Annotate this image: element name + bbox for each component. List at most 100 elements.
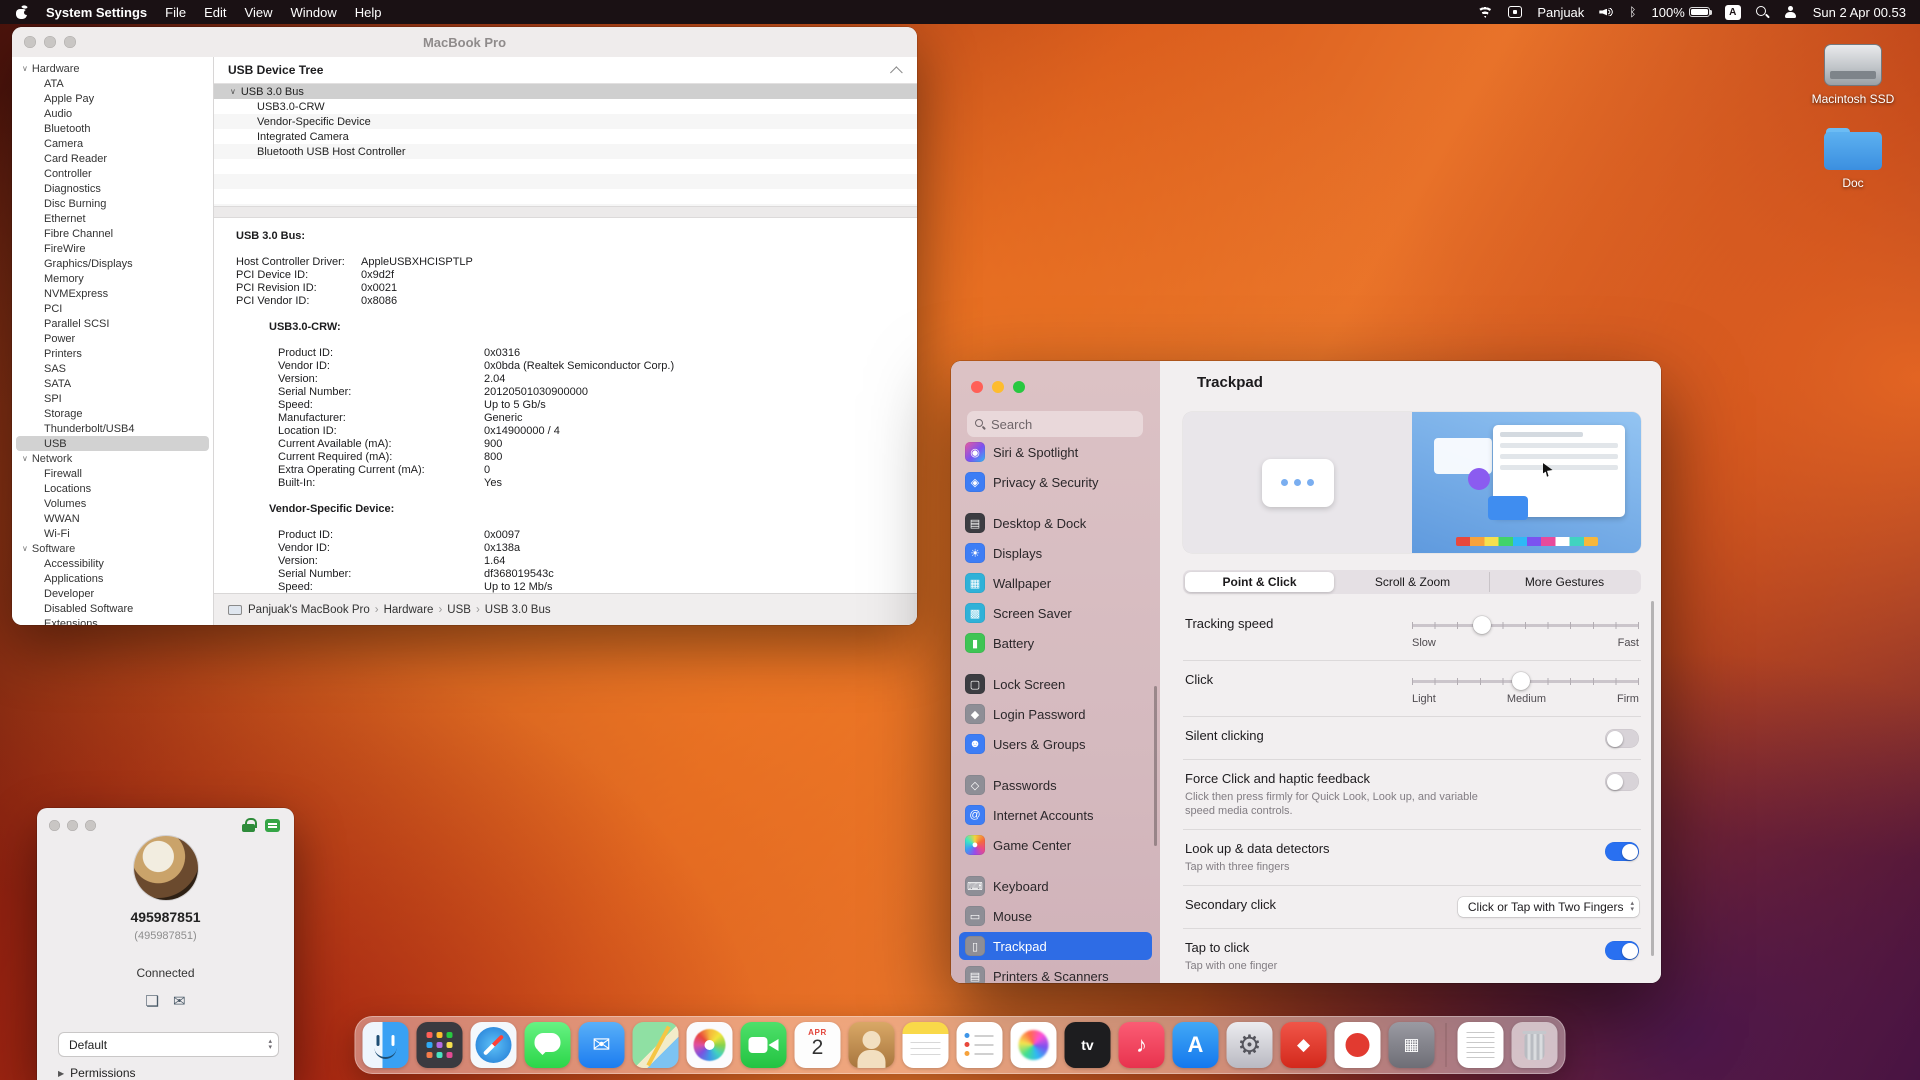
zoom-button[interactable] <box>85 820 96 831</box>
sysinfo-sidebar-spi[interactable]: SPI <box>16 391 209 406</box>
menu-help[interactable]: Help <box>355 5 382 20</box>
dock-maps[interactable] <box>632 1022 679 1068</box>
usb-tree-row-usb-3-0-bus[interactable]: ∨ USB 3.0 Bus <box>214 84 917 99</box>
app-menu-title[interactable]: System Settings <box>46 5 147 20</box>
input-source-badge[interactable]: A <box>1724 4 1741 20</box>
sysinfo-sidebar-card-reader[interactable]: Card Reader <box>16 151 209 166</box>
sidebar-item-keyboard[interactable]: ⌨ Keyboard <box>959 872 1152 900</box>
sidebar-item-battery[interactable]: ▮ Battery <box>959 629 1152 657</box>
dock-photos[interactable] <box>686 1022 733 1068</box>
tap-to-click-toggle[interactable] <box>1605 941 1639 960</box>
sidebar-item-wallpaper[interactable]: ▦ Wallpaper <box>959 569 1152 597</box>
menu-bar-clock[interactable]: Sun 2 Apr 00.53 <box>1813 5 1906 20</box>
profile-select[interactable]: Default ▴ ▾ <box>58 1032 279 1057</box>
sysinfo-sidebar-disabled-software[interactable]: Disabled Software <box>16 601 209 616</box>
sysinfo-sidebar-firewire[interactable]: FireWire <box>16 241 209 256</box>
breadcrumb-item[interactable]: Panjuak's MacBook Pro <box>248 604 370 616</box>
sidebar-item-printers-scanners[interactable]: ▤ Printers & Scanners <box>959 962 1152 983</box>
sysinfo-sidebar-disc-burning[interactable]: Disc Burning <box>16 196 209 211</box>
sysinfo-sidebar-audio[interactable]: Audio <box>16 106 209 121</box>
dock-system-settings[interactable]: ⚙ <box>1226 1022 1273 1068</box>
usb-tree-row-vendor-specific-device[interactable]: Vendor-Specific Device <box>214 114 917 129</box>
sysinfo-sidebar-usb[interactable]: USB <box>16 436 209 451</box>
dock-finder[interactable] <box>362 1022 409 1068</box>
dock-contacts[interactable] <box>848 1022 895 1068</box>
sysinfo-sidebar-printers[interactable]: Printers <box>16 346 209 361</box>
sysinfo-sidebar-fibre-channel[interactable]: Fibre Channel <box>16 226 209 241</box>
sysinfo-sidebar-pci[interactable]: PCI <box>16 301 209 316</box>
sysinfo-sidebar-memory[interactable]: Memory <box>16 271 209 286</box>
dock-app-red-diamond[interactable]: ◆ <box>1280 1022 1327 1068</box>
sysinfo-sidebar-controller[interactable]: Controller <box>16 166 209 181</box>
sysinfo-sidebar-network[interactable]: ∨ Network <box>16 451 209 466</box>
slider-knob[interactable] <box>1473 616 1492 634</box>
close-button[interactable] <box>49 820 60 831</box>
sysinfo-sidebar-power[interactable]: Power <box>16 331 209 346</box>
usb-device-tree-header[interactable]: USB Device Tree <box>214 57 917 84</box>
sysinfo-sidebar-applications[interactable]: Applications <box>16 571 209 586</box>
permissions-disclosure[interactable]: ▶ Permissions <box>58 1066 136 1080</box>
look-up-data-detectors-toggle[interactable] <box>1605 842 1639 861</box>
force-click-and-haptic-feedback-toggle[interactable] <box>1605 772 1639 791</box>
sysinfo-sidebar-graphics-displays[interactable]: Graphics/Displays <box>16 256 209 271</box>
usb-tree-row-bluetooth-usb-host-controller[interactable]: Bluetooth USB Host Controller <box>214 144 917 159</box>
sysinfo-sidebar-software[interactable]: ∨ Software <box>16 541 209 556</box>
slider-knob[interactable] <box>1511 672 1530 690</box>
sysinfo-titlebar[interactable]: MacBook Pro <box>12 27 917 57</box>
breadcrumb-item[interactable]: USB <box>447 604 471 616</box>
dock-reminders[interactable] <box>956 1022 1003 1068</box>
wifi-icon[interactable] <box>1477 6 1493 18</box>
zoom-button[interactable] <box>1013 381 1025 393</box>
main-scrollbar[interactable] <box>1651 601 1654 956</box>
menu-file[interactable]: File <box>165 5 186 20</box>
dock-messages[interactable] <box>524 1022 571 1068</box>
sysinfo-sidebar-firewall[interactable]: Firewall <box>16 466 209 481</box>
apple-menu-icon[interactable] <box>16 3 29 20</box>
dock-music[interactable]: ♪ <box>1118 1022 1165 1068</box>
sysinfo-sidebar-nvmexpress[interactable]: NVMExpress <box>16 286 209 301</box>
usb-tree-row-usb3-0-crw[interactable]: USB3.0-CRW <box>214 99 917 114</box>
sidebar-item-displays[interactable]: ☀ Displays <box>959 539 1152 567</box>
dock-facetime[interactable] <box>740 1022 787 1068</box>
minimize-button[interactable] <box>67 820 78 831</box>
chat-badge-icon[interactable] <box>265 818 280 832</box>
sysinfo-sidebar-wi-fi[interactable]: Wi-Fi <box>16 526 209 541</box>
dock-textedit[interactable] <box>1457 1022 1504 1068</box>
silent-clicking-toggle[interactable] <box>1605 729 1639 748</box>
dock-calendar[interactable]: APR 2 <box>794 1022 841 1068</box>
minimize-button[interactable] <box>44 36 56 48</box>
sidebar-item-users-groups[interactable]: ☻ Users & Groups <box>959 730 1152 758</box>
dock-trash[interactable] <box>1511 1022 1558 1068</box>
dock-safari[interactable] <box>470 1022 517 1068</box>
close-button[interactable] <box>971 381 983 393</box>
dock-app-red[interactable] <box>1334 1022 1381 1068</box>
sysinfo-sidebar-wwan[interactable]: WWAN <box>16 511 209 526</box>
sysinfo-sidebar-accessibility[interactable]: Accessibility <box>16 556 209 571</box>
menu-extra-icon[interactable] <box>1508 6 1523 18</box>
sidebar-item-lock-screen[interactable]: ▢ Lock Screen <box>959 670 1152 698</box>
sysinfo-sidebar-bluetooth[interactable]: Bluetooth <box>16 121 209 136</box>
desktop-icon-macintosh-ssd[interactable]: Macintosh SSD <box>1790 44 1916 106</box>
sysinfo-sidebar-hardware[interactable]: ∨ Hardware <box>16 61 209 76</box>
user-switch-icon[interactable] <box>1784 5 1798 19</box>
menu-edit[interactable]: Edit <box>204 5 226 20</box>
username-status[interactable]: Panjuak <box>1537 5 1584 20</box>
desktop-icon-doc[interactable]: Doc <box>1790 128 1916 190</box>
collapse-chevron-icon[interactable] <box>890 65 903 79</box>
message-icon[interactable]: ✉ <box>173 992 186 1010</box>
usb-tree-row-integrated-camera[interactable]: Integrated Camera <box>214 129 917 144</box>
sysinfo-sidebar-volumes[interactable]: Volumes <box>16 496 209 511</box>
sidebar-item-login-password[interactable]: ◆ Login Password <box>959 700 1152 728</box>
sysinfo-sidebar-camera[interactable]: Camera <box>16 136 209 151</box>
battery-status[interactable]: 100% <box>1652 5 1713 20</box>
volume-icon[interactable] <box>1599 6 1615 18</box>
tab-point-click[interactable]: Point & Click <box>1185 572 1334 592</box>
sidebar-item-passwords[interactable]: ◇ Passwords <box>959 771 1152 799</box>
sysinfo-sidebar-ethernet[interactable]: Ethernet <box>16 211 209 226</box>
search-input[interactable]: Search <box>967 411 1143 437</box>
tab-more-gestures[interactable]: More Gestures <box>1489 572 1639 592</box>
dock-tv[interactable]: tv <box>1064 1022 1111 1068</box>
sidebar-item-privacy-security[interactable]: ◈ Privacy & Security <box>959 468 1152 496</box>
sidebar-item-mouse[interactable]: ▭ Mouse <box>959 902 1152 930</box>
breadcrumb-item[interactable]: Hardware <box>384 604 434 616</box>
